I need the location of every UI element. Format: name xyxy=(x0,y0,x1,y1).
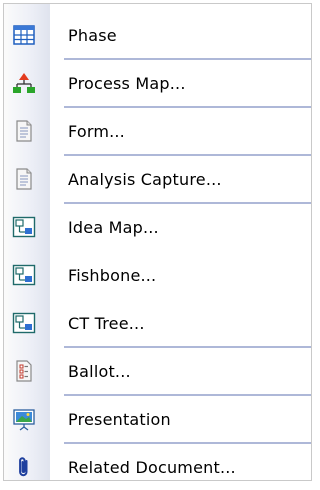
menu-item-idea-map[interactable]: Idea Map... xyxy=(4,204,311,250)
menu-item-ct-tree[interactable]: CT Tree... xyxy=(4,300,311,346)
menu-item-label: Form... xyxy=(68,121,125,141)
menu-item-fishbone[interactable]: Fishbone... xyxy=(4,252,311,298)
presentation-icon xyxy=(12,407,36,431)
menu-item-process-map[interactable]: Process Map... xyxy=(4,60,311,106)
menu-item-label: Presentation xyxy=(68,409,171,429)
menu-item-label: Phase xyxy=(68,25,117,45)
ct-tree-icon xyxy=(12,311,36,335)
menu-item-ballot[interactable]: Ballot... xyxy=(4,348,311,394)
fishbone-icon xyxy=(12,263,36,287)
menu-item-label: Idea Map... xyxy=(68,217,159,237)
phase-table-icon xyxy=(12,23,36,47)
menu-item-label: Related Document... xyxy=(68,457,236,477)
menu-item-analysis-capture[interactable]: Analysis Capture... xyxy=(4,156,311,202)
process-map-icon xyxy=(12,71,36,95)
menu-item-related-document[interactable]: Related Document... xyxy=(4,444,311,490)
context-menu: Phase Process Map... Form... Analysis Ca… xyxy=(3,3,312,481)
menu-item-label: Ballot... xyxy=(68,361,131,381)
menu-item-label: Fishbone... xyxy=(68,265,157,285)
analysis-capture-document-icon xyxy=(12,167,36,191)
idea-map-icon xyxy=(12,215,36,239)
menu-item-presentation[interactable]: Presentation xyxy=(4,396,311,442)
menu-item-form[interactable]: Form... xyxy=(4,108,311,154)
menu-item-phase[interactable]: Phase xyxy=(4,12,311,58)
menu-item-label: Process Map... xyxy=(68,73,186,93)
menu-item-label: CT Tree... xyxy=(68,313,145,333)
paperclip-icon xyxy=(12,455,36,479)
ballot-icon xyxy=(12,359,36,383)
form-document-icon xyxy=(12,119,36,143)
menu-item-label: Analysis Capture... xyxy=(68,169,222,189)
